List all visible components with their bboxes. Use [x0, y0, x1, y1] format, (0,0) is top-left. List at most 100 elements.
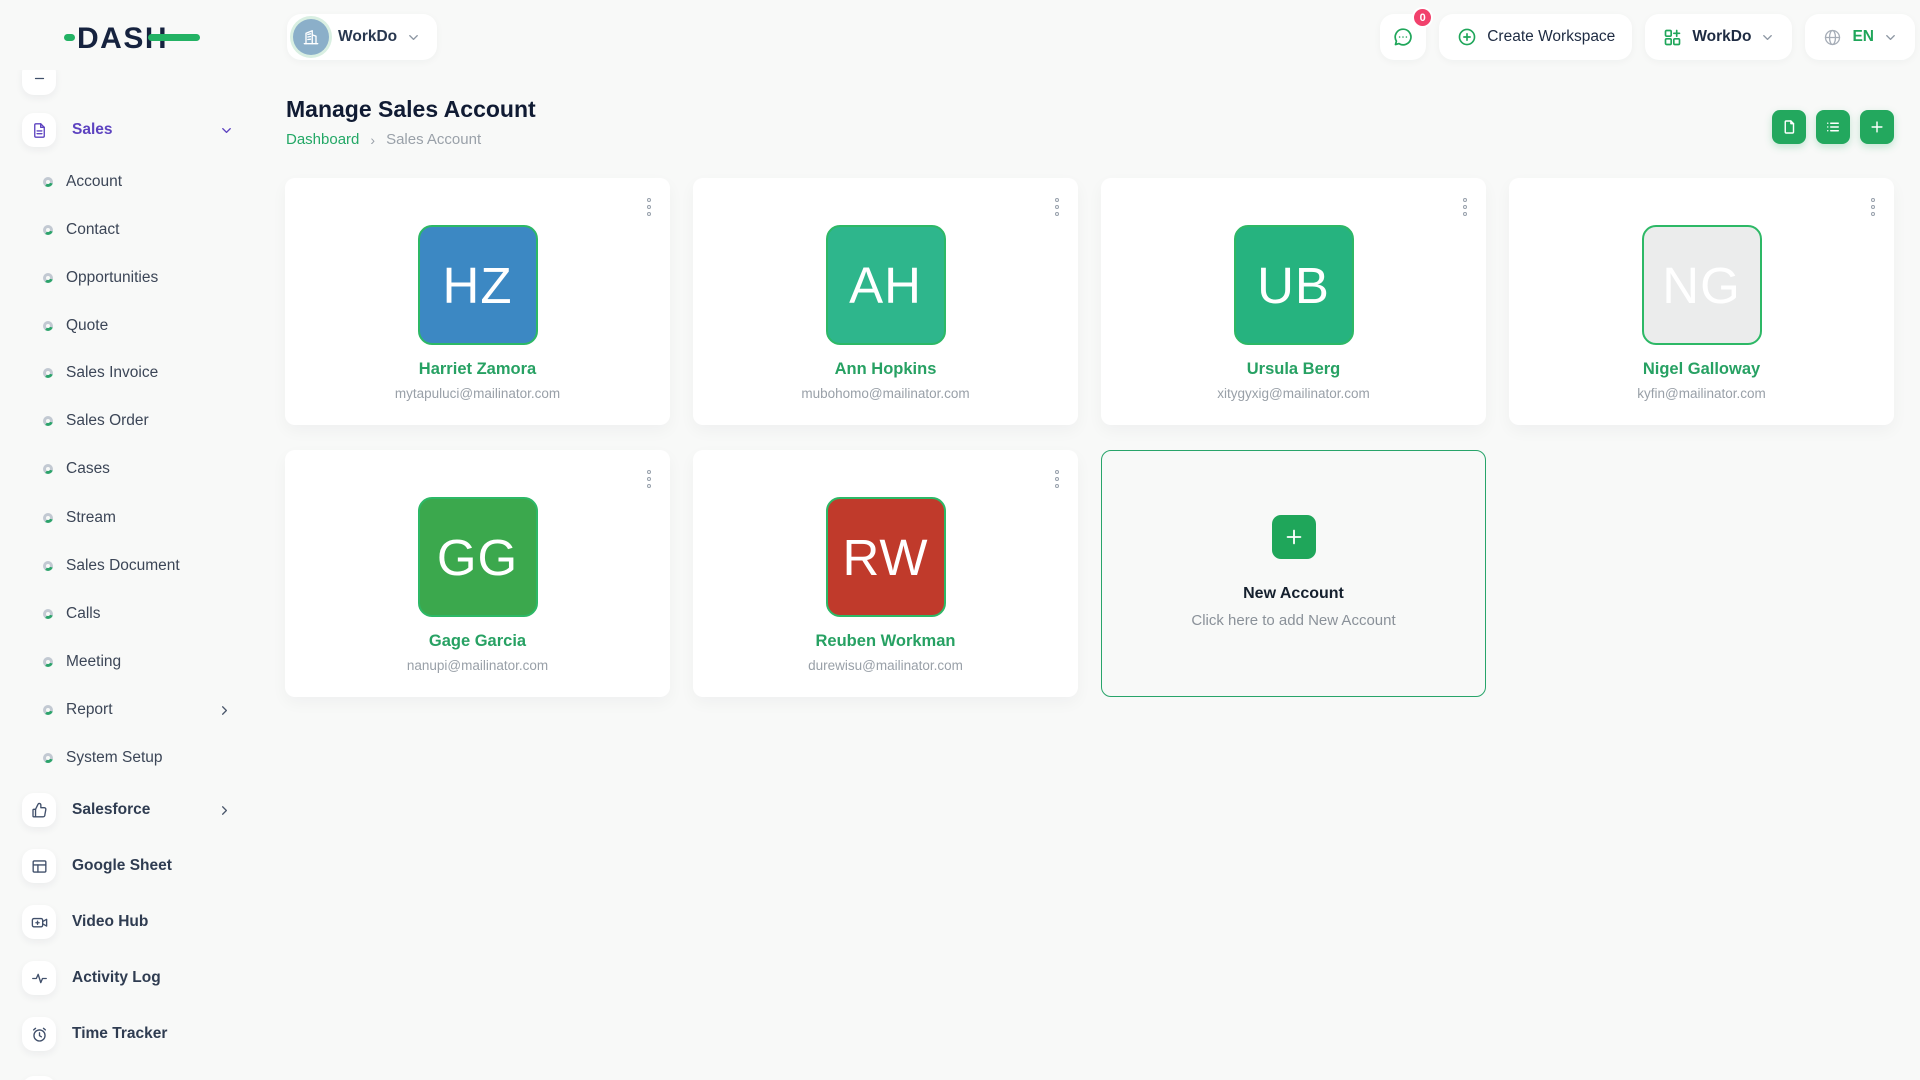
workspace-selector[interactable]: WorkDo — [287, 14, 437, 60]
avatar: GG — [418, 497, 538, 617]
sidebar: Sales Account Contact Opportunities Quot… — [0, 70, 262, 1080]
avatar: UB — [1234, 225, 1354, 345]
accounts-grid: HZ Harriet Zamora mytapuluci@mailinator.… — [285, 178, 1894, 697]
app-switcher-button[interactable]: WorkDo — [1645, 14, 1792, 60]
account-card: GG Gage Garcia nanupi@mailinator.com — [285, 450, 670, 697]
page-title: Manage Sales Account — [286, 96, 536, 123]
sidebar-item-cases[interactable]: Cases — [0, 449, 262, 489]
sidebar-item-account[interactable]: Account — [0, 162, 262, 202]
sidebar-item-meeting[interactable]: Meeting — [0, 642, 262, 682]
new-account-title: New Account — [1243, 585, 1344, 603]
account-card: UB Ursula Berg xitygyxig@mailinator.com — [1101, 178, 1486, 425]
account-name-link[interactable]: Ann Hopkins — [835, 360, 937, 379]
chevron-right-icon — [217, 703, 232, 718]
alarm-clock-icon — [22, 1017, 56, 1051]
sidebar-group-label: Sales — [72, 121, 113, 139]
export-button[interactable] — [1772, 110, 1806, 144]
kebab-menu-icon[interactable] — [645, 193, 654, 221]
messages-button[interactable]: 0 — [1380, 14, 1426, 60]
account-name-link[interactable]: Nigel Galloway — [1643, 360, 1760, 379]
sidebar-item-sales-invoice[interactable]: Sales Invoice — [0, 353, 262, 393]
kebab-menu-icon[interactable] — [1053, 193, 1062, 221]
kebab-menu-icon[interactable] — [645, 465, 654, 493]
account-card: NG Nigel Galloway kyfin@mailinator.com — [1509, 178, 1894, 425]
status-dot-icon — [43, 513, 53, 523]
account-card: AH Ann Hopkins mubohomo@mailinator.com — [693, 178, 1078, 425]
avatar: NG — [1642, 225, 1762, 345]
kebab-menu-icon[interactable] — [1053, 465, 1062, 493]
sidebar-item-opportunities[interactable]: Opportunities — [0, 258, 262, 298]
topbar: DASH WorkDo — [0, 0, 1920, 70]
sidebar-item-sales-order[interactable]: Sales Order — [0, 401, 262, 441]
document-icon — [22, 113, 56, 147]
video-camera-icon — [22, 905, 56, 939]
workspace-label: WorkDo — [338, 28, 397, 46]
new-account-subtitle: Click here to add New Account — [1191, 612, 1395, 629]
table-icon — [22, 849, 56, 883]
app-switcher-label: WorkDo — [1692, 28, 1751, 46]
account-email: mubohomo@mailinator.com — [801, 386, 969, 401]
sidebar-item-sales-document[interactable]: Sales Document — [0, 546, 262, 586]
chat-icon — [1391, 25, 1415, 49]
account-name-link[interactable]: Gage Garcia — [429, 632, 526, 651]
plus-icon — [1272, 515, 1316, 559]
folder-icon — [22, 1076, 56, 1080]
sidebar-item-activity-log[interactable]: Activity Log — [0, 958, 262, 998]
account-name-link[interactable]: Ursula Berg — [1247, 360, 1341, 379]
sidebar-item-video-hub[interactable]: Video Hub — [0, 902, 262, 942]
account-email: mytapuluci@mailinator.com — [395, 386, 560, 401]
status-dot-icon — [43, 753, 53, 763]
list-icon — [1824, 118, 1842, 136]
breadcrumb-current: Sales Account — [386, 131, 481, 148]
kebab-menu-icon[interactable] — [1869, 193, 1878, 221]
sidebar-item-contact[interactable]: Contact — [0, 210, 262, 250]
sidebar-item-report[interactable]: Report — [0, 690, 262, 730]
app-root: DASH WorkDo — [0, 0, 1920, 1080]
plus-icon — [1868, 118, 1886, 136]
status-dot-icon — [43, 177, 53, 187]
create-workspace-label: Create Workspace — [1487, 28, 1615, 46]
sidebar-item-partial-top[interactable] — [0, 70, 262, 98]
add-account-button[interactable] — [1860, 110, 1894, 144]
sidebar-item-stream[interactable]: Stream — [0, 498, 262, 538]
brand-logo[interactable]: DASH — [64, 18, 200, 61]
kebab-menu-icon[interactable] — [1461, 193, 1470, 221]
messages-count-badge: 0 — [1412, 7, 1433, 28]
breadcrumb: Dashboard › Sales Account — [286, 131, 481, 148]
sidebar-item-time-tracker[interactable]: Time Tracker — [0, 1014, 262, 1054]
language-code: EN — [1852, 28, 1874, 46]
sidebar-item-system-setup[interactable]: System Setup — [0, 738, 262, 778]
activity-icon — [22, 961, 56, 995]
sidebar-item-partial-bottom[interactable] — [0, 1073, 262, 1080]
export-file-icon — [1780, 118, 1798, 136]
status-dot-icon — [43, 609, 53, 619]
language-selector[interactable]: EN — [1805, 14, 1915, 60]
chevron-down-icon — [406, 30, 421, 45]
topbar-actions: 0 Create Workspace WorkDo — [1380, 14, 1915, 60]
sidebar-group-sales[interactable]: Sales — [0, 110, 262, 150]
chevron-down-icon — [1883, 30, 1898, 45]
dash-logo-icon: DASH — [64, 18, 200, 56]
status-dot-icon — [43, 416, 53, 426]
create-workspace-button[interactable]: Create Workspace — [1439, 14, 1632, 60]
sidebar-item-quote[interactable]: Quote — [0, 306, 262, 346]
building-icon — [293, 19, 329, 55]
avatar: RW — [826, 497, 946, 617]
sidebar-item-salesforce[interactable]: Salesforce — [0, 790, 262, 830]
new-account-card[interactable]: New Account Click here to add New Accoun… — [1101, 450, 1486, 697]
status-dot-icon — [43, 657, 53, 667]
list-view-button[interactable] — [1816, 110, 1850, 144]
account-name-link[interactable]: Reuben Workman — [816, 632, 956, 651]
breadcrumb-dashboard-link[interactable]: Dashboard — [286, 131, 359, 148]
sidebar-item-calls[interactable]: Calls — [0, 594, 262, 634]
status-dot-icon — [43, 368, 53, 378]
account-email: kyfin@mailinator.com — [1637, 386, 1766, 401]
account-email: durewisu@mailinator.com — [808, 658, 963, 673]
status-dot-icon — [43, 561, 53, 571]
chevron-down-icon — [1760, 30, 1775, 45]
sidebar-item-google-sheet[interactable]: Google Sheet — [0, 846, 262, 886]
status-dot-icon — [43, 705, 53, 715]
plus-circle-icon — [1456, 26, 1478, 48]
breadcrumb-separator: › — [370, 132, 375, 148]
account-name-link[interactable]: Harriet Zamora — [419, 360, 536, 379]
